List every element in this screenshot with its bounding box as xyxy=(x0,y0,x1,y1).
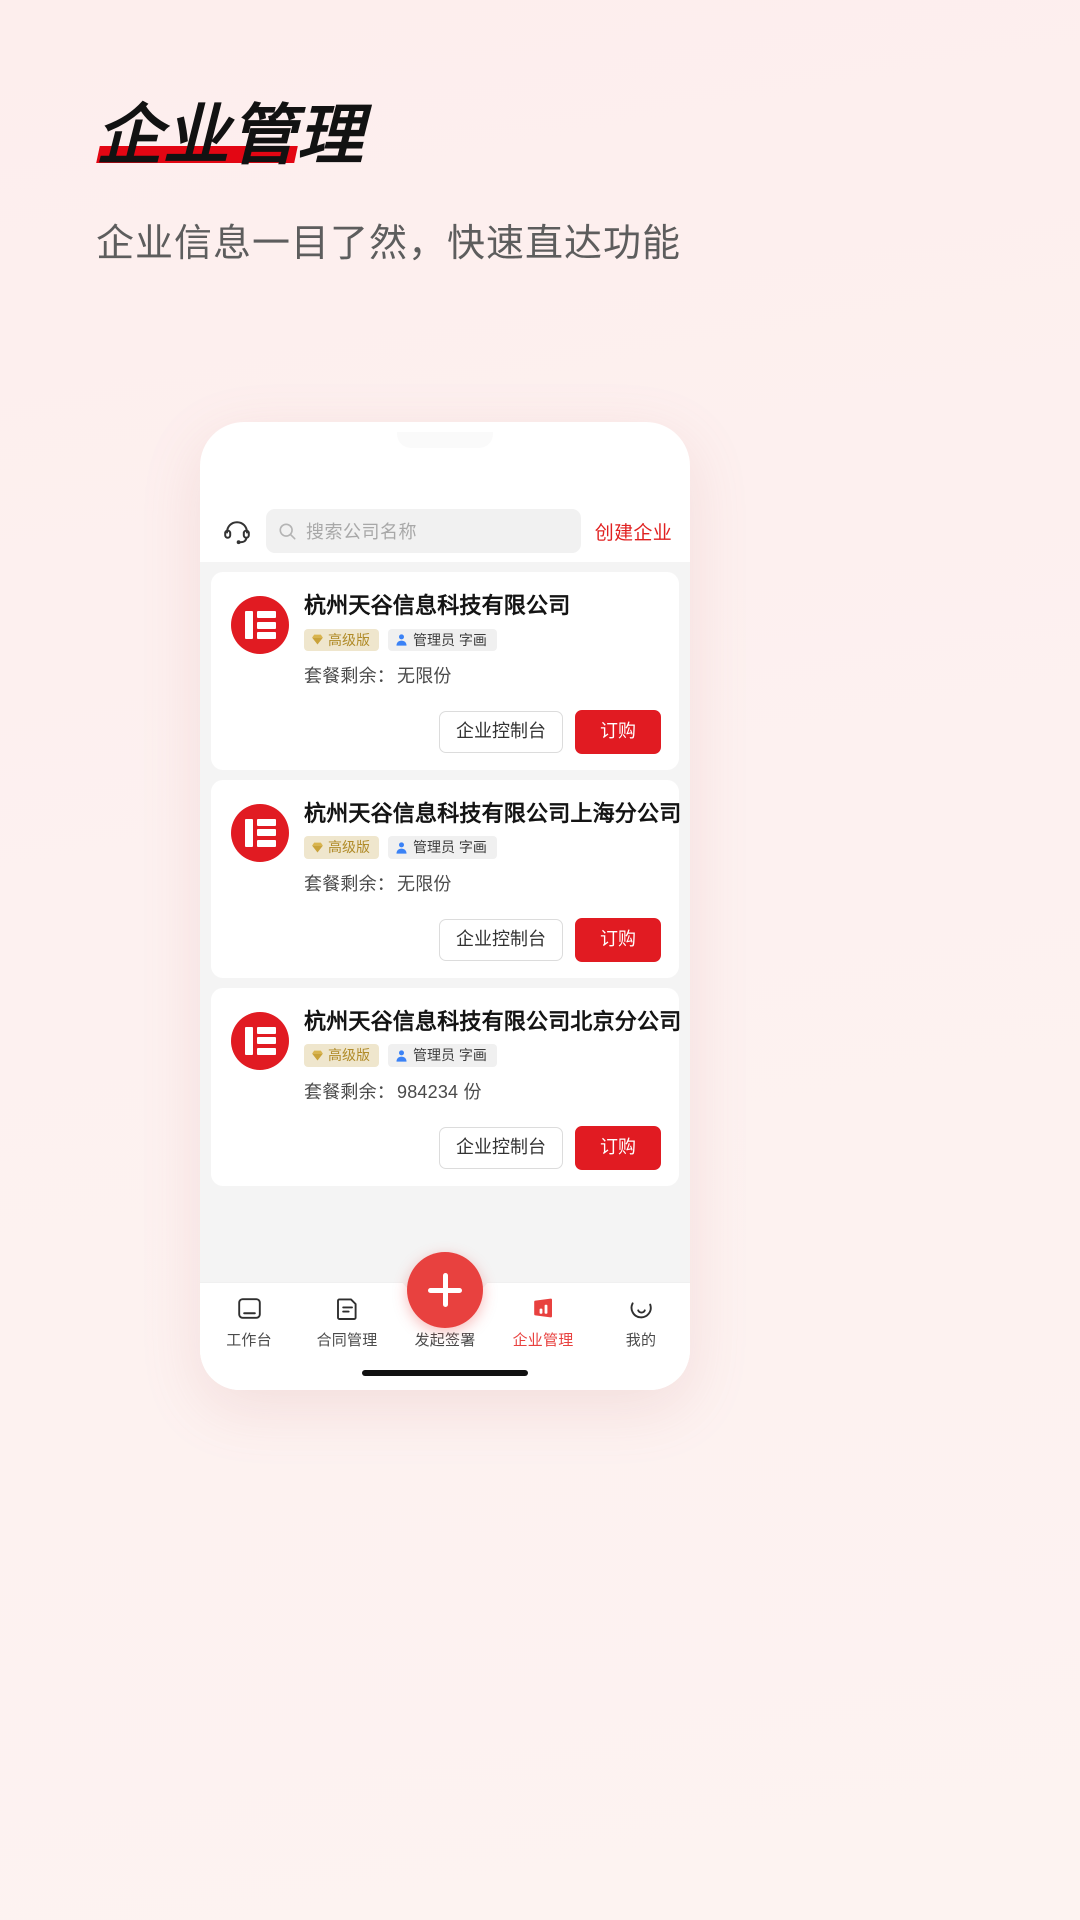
role-badge: 管理员 字画 xyxy=(388,628,497,652)
role-badge-label: 管理员 字画 xyxy=(413,839,487,856)
role-badge: 管理员 字画 xyxy=(388,1044,497,1068)
quota-value: 无限份 xyxy=(397,874,452,895)
create-signature-fab[interactable] xyxy=(407,1252,483,1328)
tab-label: 企业管理 xyxy=(512,1332,574,1349)
plan-badge-label: 高级版 xyxy=(328,631,370,648)
company-card-header: 杭州天谷信息科技有限公司北京分公司 高级版 管理员 字画 套餐剩余： 98423… xyxy=(231,1008,682,1104)
search-icon xyxy=(279,522,296,540)
quota-line: 套餐剩余： 无限份 xyxy=(304,870,661,896)
headset-icon[interactable] xyxy=(222,516,252,546)
enterprise-console-button[interactable]: 企业控制台 xyxy=(439,711,563,753)
person-icon xyxy=(396,842,407,854)
plan-badge: 高级版 xyxy=(304,836,379,860)
tab-profile[interactable]: 我的 xyxy=(592,1295,690,1350)
person-icon xyxy=(396,634,407,646)
tab-label: 工作台 xyxy=(226,1332,272,1349)
contract-icon xyxy=(336,1298,357,1320)
role-badge-label: 管理员 字画 xyxy=(413,631,487,648)
company-card-actions: 企业控制台 订购 xyxy=(231,918,661,962)
role-badge: 管理员 字画 xyxy=(388,836,497,860)
role-badge-label: 管理员 字画 xyxy=(413,1047,487,1064)
poster-subtitle: 企业信息一目了然，快速直达功能 xyxy=(96,223,682,265)
plan-badge: 高级版 xyxy=(304,628,379,652)
company-card-actions: 企业控制台 订购 xyxy=(231,710,661,754)
company-card[interactable]: 杭州天谷信息科技有限公司 高级版 管理员 字画 套餐剩余： 无限份 企业控制台 … xyxy=(211,572,679,770)
company-badges: 高级版 管理员 字画 xyxy=(304,628,661,652)
diamond-icon xyxy=(312,1050,323,1061)
company-logo-icon xyxy=(231,1011,289,1070)
tab-label: 合同管理 xyxy=(316,1332,378,1349)
quota-label: 套餐剩余： xyxy=(304,1082,395,1103)
quota-line: 套餐剩余： 984234 份 xyxy=(304,1078,661,1104)
create-company-button[interactable]: 创建企业 xyxy=(595,518,672,545)
company-name: 杭州天谷信息科技有限公司上海分公司 xyxy=(304,800,682,826)
enterprise-console-button[interactable]: 企业控制台 xyxy=(439,919,563,961)
page-title: 企业管理 xyxy=(96,100,364,171)
search-placeholder: 搜索公司名称 xyxy=(306,522,417,542)
tab-label: 发起签署 xyxy=(414,1332,476,1349)
company-card-actions: 企业控制台 订购 xyxy=(231,1126,661,1170)
title-text: 企业管理 xyxy=(96,97,364,174)
order-button[interactable]: 订购 xyxy=(575,710,661,754)
company-card-header: 杭州天谷信息科技有限公司上海分公司 高级版 管理员 字画 套餐剩余： 无限份 xyxy=(231,800,682,896)
quota-label: 套餐剩余： xyxy=(304,666,395,687)
company-badges: 高级版 管理员 字画 xyxy=(304,1044,661,1068)
quota-value: 984234 份 xyxy=(397,1082,482,1103)
workbench-icon xyxy=(237,1298,261,1319)
company-name: 杭州天谷信息科技有限公司北京分公司 xyxy=(304,1008,682,1034)
tab-enterprise-management[interactable]: 企业管理 xyxy=(494,1295,592,1350)
order-button[interactable]: 订购 xyxy=(575,1126,661,1170)
app-topbar: 搜索公司名称 创建企业 xyxy=(200,500,690,562)
phone-mockup: 搜索公司名称 创建企业 杭州天谷信息科技有限公司 高级版 管理员 字画 套餐剩余… xyxy=(200,422,690,1390)
profile-smile-icon xyxy=(630,1302,652,1319)
enterprise-chart-icon xyxy=(533,1298,552,1318)
company-logo-icon xyxy=(231,596,289,654)
plan-badge: 高级版 xyxy=(304,1044,379,1068)
quota-label: 套餐剩余： xyxy=(304,874,395,895)
company-name: 杭州天谷信息科技有限公司 xyxy=(304,593,571,618)
company-card[interactable]: 杭州天谷信息科技有限公司北京分公司 高级版 管理员 字画 套餐剩余： 98423… xyxy=(211,987,682,1186)
company-logo-icon xyxy=(231,803,289,862)
enterprise-console-button[interactable]: 企业控制台 xyxy=(439,1127,563,1169)
diamond-icon xyxy=(312,635,323,645)
plan-badge-label: 高级版 xyxy=(328,1047,370,1064)
tab-label: 我的 xyxy=(625,1332,657,1349)
company-list[interactable]: 杭州天谷信息科技有限公司 高级版 管理员 字画 套餐剩余： 无限份 企业控制台 … xyxy=(200,562,690,1282)
plan-badge-label: 高级版 xyxy=(328,839,370,856)
search-input[interactable]: 搜索公司名称 xyxy=(266,509,581,553)
company-badges: 高级版 管理员 字画 xyxy=(304,836,661,860)
tab-workbench[interactable]: 工作台 xyxy=(200,1295,298,1350)
order-button[interactable]: 订购 xyxy=(575,918,661,962)
phone-notch xyxy=(397,432,493,448)
poster-header: 企业管理 xyxy=(96,100,364,171)
quota-line: 套餐剩余： 无限份 xyxy=(304,662,661,688)
poster-background: 企业管理 企业信息一目了然，快速直达功能 搜索公司名称 创建企业 杭州天谷信息科… xyxy=(0,0,1080,1920)
company-card-header: 杭州天谷信息科技有限公司 高级版 管理员 字画 套餐剩余： 无限份 xyxy=(231,592,661,688)
diamond-icon xyxy=(312,842,323,853)
quota-value: 无限份 xyxy=(397,666,452,687)
person-icon xyxy=(396,1050,407,1062)
home-indicator xyxy=(362,1370,528,1376)
company-card[interactable]: 杭州天谷信息科技有限公司上海分公司 高级版 管理员 字画 套餐剩余： 无限份 企… xyxy=(211,779,682,978)
tab-contract-management[interactable]: 合同管理 xyxy=(298,1295,396,1350)
